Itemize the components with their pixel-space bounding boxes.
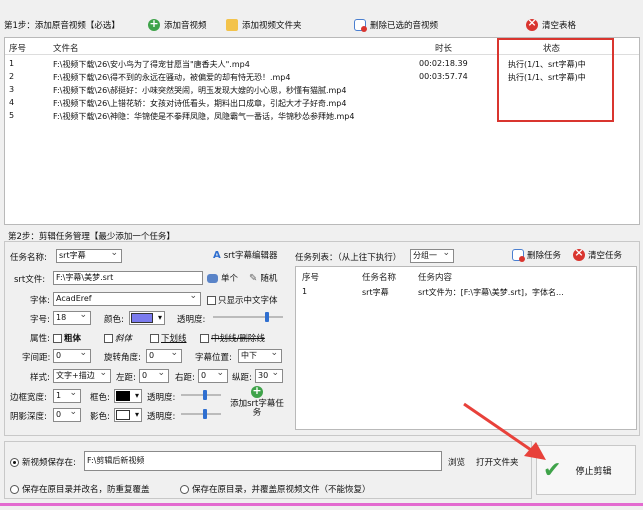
- font-opacity-slider[interactable]: [213, 311, 283, 323]
- pencil-icon: ✎: [249, 272, 258, 284]
- shadow-opacity-slider[interactable]: [181, 408, 221, 420]
- clear-table-button[interactable]: 清空表格: [526, 14, 576, 36]
- shadow-depth-select[interactable]: 0: [53, 408, 81, 422]
- group-select[interactable]: 分组一: [410, 249, 454, 263]
- srt-file-label: srt文件:: [14, 275, 46, 285]
- border-opacity-label: 透明度:: [147, 393, 176, 403]
- delete-selected-button[interactable]: 删除已选的音视频: [354, 14, 438, 36]
- clear-task-button[interactable]: 清空任务: [573, 246, 622, 261]
- font-label: 字体:: [30, 296, 50, 306]
- right-select[interactable]: 0: [198, 369, 228, 383]
- opacity-label: 透明度:: [177, 315, 206, 325]
- shadow-color-label: 影色:: [90, 412, 110, 422]
- save-new-radio[interactable]: 新视频保存在:: [10, 456, 76, 468]
- add-video-button[interactable]: 添加音视频: [148, 14, 207, 36]
- red-arrow-annotation: [463, 402, 546, 460]
- position-select[interactable]: 中下: [238, 349, 282, 363]
- column-header[interactable]: 任务内容: [418, 271, 452, 283]
- bold-checkbox[interactable]: 粗体: [53, 332, 81, 344]
- column-header[interactable]: 序号: [9, 42, 26, 54]
- right-label: 右距:: [175, 373, 195, 383]
- border-color-label: 框色:: [90, 393, 110, 403]
- left-select[interactable]: 0: [139, 369, 169, 383]
- rotate-label: 旋转角度:: [104, 353, 141, 363]
- delete-file-icon: [512, 249, 525, 262]
- add-task-button[interactable]: 添加srt字幕任务: [228, 384, 286, 422]
- border-width-label: 边框宽度:: [10, 393, 47, 403]
- plus-icon: [251, 384, 263, 398]
- progress-bar: [0, 503, 643, 506]
- border-opacity-slider[interactable]: [181, 389, 221, 401]
- attr-label: 属性:: [30, 334, 50, 344]
- task-name-label: 任务名称:: [10, 253, 47, 263]
- spacing-select[interactable]: 0: [53, 349, 91, 363]
- save-rename-radio[interactable]: 保存在原目录并改名，防重复覆盖: [10, 483, 150, 495]
- column-header[interactable]: 序号: [302, 271, 319, 283]
- column-header[interactable]: 时长: [435, 42, 452, 54]
- delete-file-icon: [354, 19, 367, 32]
- strike-checkbox[interactable]: 中划线/删除线: [200, 332, 265, 344]
- size-select[interactable]: 18: [53, 311, 91, 325]
- italic-checkbox[interactable]: 斜体: [104, 332, 132, 344]
- only-chinese-checkbox[interactable]: 只显示中文字体: [207, 294, 278, 306]
- save-path-input[interactable]: F:\剪辑后新视频: [84, 451, 442, 471]
- vert-label: 纵距:: [232, 373, 252, 383]
- single-button[interactable]: 单个: [207, 272, 238, 284]
- status-highlight-box: [497, 38, 614, 122]
- column-header[interactable]: 任务名称: [362, 271, 396, 283]
- random-button[interactable]: ✎ 随机: [249, 272, 277, 285]
- font-select[interactable]: AcadEref: [53, 292, 201, 306]
- font-edit-icon: A: [213, 249, 221, 261]
- task-list-label: 任务列表：（从上往下执行）: [295, 253, 402, 263]
- image-icon: [207, 273, 218, 283]
- clear-icon: [573, 246, 585, 261]
- delete-task-button[interactable]: 删除任务: [512, 249, 561, 262]
- step1-label: 第1步：添加原音视频【必选】: [4, 21, 120, 31]
- style-select[interactable]: 文字+描边: [53, 369, 111, 383]
- border-color-picker[interactable]: ▾: [114, 389, 142, 403]
- file-table[interactable]: 序号 文件名 时长 状态 1 F:\视频下载\26\安小鸟为了得宠甘愿当"唐香夫…: [4, 37, 640, 225]
- folder-icon: [226, 19, 238, 31]
- clear-icon: [526, 16, 538, 31]
- style-label: 样式:: [30, 373, 50, 383]
- shadow-depth-label: 阴影深度:: [10, 412, 47, 422]
- task-name-select[interactable]: srt字幕: [56, 249, 122, 263]
- shadow-opacity-label: 透明度:: [147, 412, 176, 422]
- srt-file-input[interactable]: F:\字幕\美梦.srt: [53, 271, 203, 285]
- add-folder-button[interactable]: 添加视频文件夹: [226, 14, 302, 36]
- vert-select[interactable]: 30: [255, 369, 283, 383]
- shadow-color-picker[interactable]: ▾: [114, 408, 142, 422]
- font-color-picker[interactable]: ▾: [129, 311, 165, 325]
- spacing-label: 字间距:: [22, 353, 51, 363]
- left-label: 左距:: [116, 373, 136, 383]
- underline-checkbox[interactable]: 下划线: [150, 332, 187, 344]
- srt-editor-button[interactable]: Asrt字幕编辑器: [213, 249, 278, 262]
- column-header[interactable]: 文件名: [53, 42, 79, 54]
- plus-icon: [148, 17, 160, 31]
- position-label: 字幕位置:: [195, 353, 232, 363]
- border-width-select[interactable]: 1: [53, 389, 81, 403]
- rotate-select[interactable]: 0: [146, 349, 182, 363]
- color-label: 颜色:: [104, 315, 124, 325]
- size-label: 字号:: [30, 315, 50, 325]
- save-overwrite-radio[interactable]: 保存在原目录，并覆盖原视频文件（不能恢复）: [180, 483, 371, 495]
